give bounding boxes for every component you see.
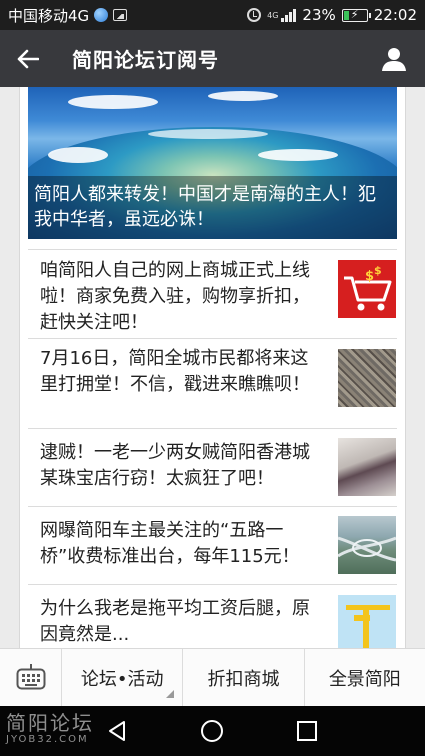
alarm-icon	[247, 8, 262, 22]
app-header: 简阳论坛订阅号	[0, 30, 425, 87]
user-icon	[382, 47, 406, 71]
shopping-cart-thumbnail: $ $	[338, 260, 396, 318]
back-arrow-icon	[17, 49, 39, 68]
list-item[interactable]: 7月16日，简阳全城市民都将来这里打拥堂！不信，戳进来瞧瞧呗！	[28, 338, 397, 428]
crane-cartoon-image	[346, 605, 390, 648]
profile-button[interactable]	[363, 30, 425, 87]
system-nav-bar: 简阳论坛 JYOB32.COM	[0, 706, 425, 756]
menu-label: 全景简阳	[328, 668, 401, 690]
status-bar: 中国移动4G 4G 23% ⚡ 22:02	[0, 0, 425, 30]
signal-icon	[281, 8, 297, 22]
list-item[interactable]: 网曝简阳车主最关注的“五路一桥”收费标准出台，每年115元！	[28, 506, 397, 584]
watermark: 简阳论坛 JYOB32.COM	[6, 712, 94, 746]
system-back-button[interactable]	[104, 718, 130, 744]
highway-image	[338, 536, 396, 562]
menu-label: 折扣商城	[207, 668, 280, 690]
battery-icon: ⚡	[341, 8, 371, 22]
svg-text:$: $	[374, 264, 382, 277]
carrier-label: 中国移动4G	[8, 6, 90, 25]
article-title: 网曝简阳车主最关注的“五路一桥”收费标准出台，每年115元！	[40, 520, 300, 567]
shopping-cart-icon: $ $	[344, 264, 392, 311]
svg-text:$: $	[365, 269, 374, 284]
hero-article[interactable]: 简阳人都来转发！中国才是南海的主人！犯我中华者，虽远必诛！	[28, 87, 397, 239]
menu-label: 论坛•活动	[80, 668, 164, 690]
list-item[interactable]: 逮贼！一老一少两女贼简阳香港城某珠宝店行窃！太疯狂了吧！	[28, 428, 397, 506]
crowd-thumbnail	[338, 349, 396, 407]
battery-percent: 23%	[302, 6, 336, 24]
article-feed: 简阳人都来转发！中国才是南海的主人！犯我中华者，虽远必诛！ 咱简阳人自己的网上商…	[0, 87, 425, 648]
home-circle-icon	[201, 720, 223, 742]
bottom-menu: 论坛•活动 折扣商城 全景简阳	[0, 648, 425, 707]
system-home-button[interactable]	[199, 718, 225, 744]
menu-panorama[interactable]: 全景简阳	[305, 649, 425, 706]
article-title: 7月16日，简阳全城市民都将来这里打拥堂！不信，戳进来瞧瞧呗！	[40, 348, 310, 395]
recents-square-icon	[297, 721, 317, 741]
back-triangle-icon	[109, 721, 125, 741]
hero-caption: 简阳人都来转发！中国才是南海的主人！犯我中华者，虽远必诛！	[28, 176, 397, 239]
interchange-thumbnail	[338, 516, 396, 574]
menu-discount-mall[interactable]: 折扣商城	[183, 649, 305, 706]
article-title: 逮贼！一老一少两女贼简阳香港城某珠宝店行窃！太疯狂了吧！	[40, 442, 310, 489]
image-notification-icon	[113, 9, 128, 21]
watermark-name: 简阳论坛	[6, 711, 94, 735]
surveillance-thumbnail	[338, 438, 396, 496]
clock: 22:02	[373, 6, 417, 24]
keyboard-toggle-button[interactable]	[0, 649, 62, 707]
back-button[interactable]	[0, 30, 56, 87]
article-card: 简阳人都来转发！中国才是南海的主人！犯我中华者，虽远必诛！ 咱简阳人自己的网上商…	[19, 87, 406, 648]
article-title: 咱简阳人自己的网上商城正式上线啦！商家免费入驻，购物享折扣，赶快关注吧！	[40, 260, 310, 333]
watermark-url: JYOB32.COM	[6, 734, 89, 745]
menu-forum-activity[interactable]: 论坛•活动	[62, 649, 184, 706]
submenu-indicator-icon	[166, 690, 175, 698]
page-title: 简阳论坛订阅号	[72, 48, 219, 72]
cartoon-thumbnail	[338, 595, 396, 648]
keyboard-icon	[16, 664, 45, 690]
system-recents-button[interactable]	[294, 718, 320, 744]
globe-icon	[94, 8, 109, 22]
list-item[interactable]: 为什么我老是拖平均工资后腿，原因竟然是...	[28, 584, 397, 648]
list-item[interactable]: 咱简阳人自己的网上商城正式上线啦！商家免费入驻，购物享折扣，赶快关注吧！ $ $	[28, 249, 397, 338]
network-type-label: 4G	[267, 11, 279, 20]
article-title: 为什么我老是拖平均工资后腿，原因竟然是...	[40, 598, 310, 645]
